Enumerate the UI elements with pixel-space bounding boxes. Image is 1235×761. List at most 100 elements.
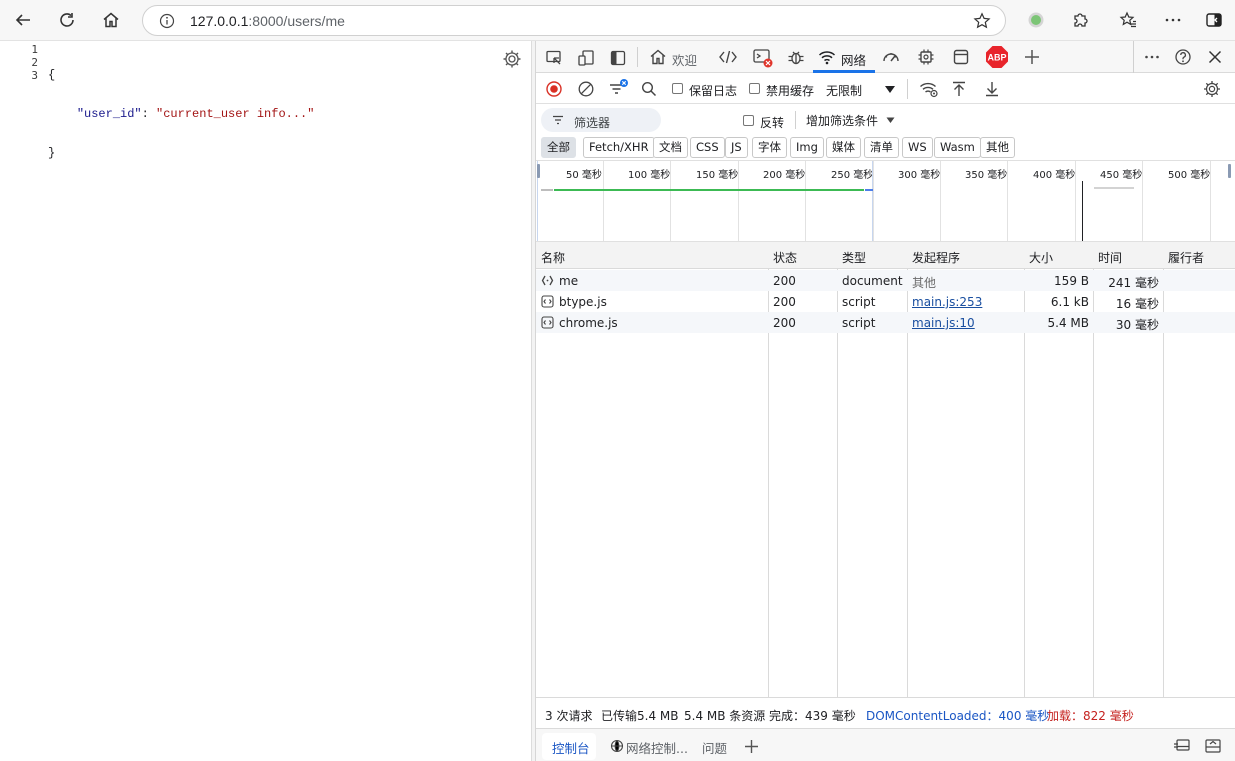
- filter-row: 筛选器 反转 增加筛选条件: [536, 104, 1235, 135]
- memory-chip-icon[interactable]: [916, 47, 936, 67]
- star-icon[interactable]: [973, 12, 991, 30]
- request-name[interactable]: me: [559, 274, 578, 288]
- type-filter-ws[interactable]: WS: [902, 137, 933, 158]
- type-filter-font[interactable]: 字体: [752, 137, 787, 158]
- tab-welcome[interactable]: 欢迎: [672, 50, 697, 69]
- timeline-overview[interactable]: 50 毫秒 100 毫秒 150 毫秒 200 毫秒 250 毫秒 300 毫秒…: [536, 161, 1235, 242]
- record-icon[interactable]: [545, 80, 563, 98]
- home-icon[interactable]: [648, 47, 668, 67]
- preserve-log-checkbox[interactable]: [672, 83, 683, 94]
- address-bar[interactable]: 127.0.0.1:8000/users/me: [142, 5, 1006, 36]
- timeline-marker-line: [1082, 181, 1083, 241]
- type-filter-img[interactable]: Img: [790, 137, 824, 158]
- extension-green-icon[interactable]: [1022, 6, 1050, 34]
- favorites-icon[interactable]: [1114, 6, 1142, 34]
- url-text[interactable]: 127.0.0.1:8000/users/me: [190, 13, 345, 29]
- type-filter-other[interactable]: 其他: [980, 137, 1015, 158]
- abp-icon[interactable]: ABP: [984, 45, 1010, 69]
- divider: [907, 79, 908, 99]
- throttle-select[interactable]: 无限制: [826, 82, 862, 99]
- help-icon[interactable]: [1173, 47, 1193, 67]
- drawer-tab-issues[interactable]: 问题: [702, 738, 727, 757]
- export-har-icon[interactable]: [982, 79, 1002, 99]
- column-header-status[interactable]: 状态: [773, 249, 797, 266]
- load-time: 加载：822 毫秒: [1047, 709, 1134, 723]
- tab-network[interactable]: 网络: [841, 50, 866, 69]
- more-icon[interactable]: [1159, 6, 1187, 34]
- application-icon[interactable]: [951, 47, 971, 67]
- request-type: document: [842, 274, 903, 288]
- drawer-tab-console[interactable]: 控制台: [552, 738, 590, 757]
- requests-table: 名称 状态 类型 发起程序 大小 时间 履行者 me 200 document …: [536, 242, 1235, 697]
- line-number: 2: [31, 56, 38, 69]
- column-header-size[interactable]: 大小: [1029, 249, 1053, 266]
- type-filter-wasm[interactable]: Wasm: [934, 137, 981, 158]
- table-header: 名称 状态 类型 发起程序 大小 时间 履行者: [536, 242, 1235, 269]
- type-filter-js[interactable]: JS: [725, 137, 748, 158]
- drawer-collapse-icon[interactable]: [1203, 737, 1223, 755]
- more-filters-dropdown[interactable]: 增加筛选条件: [806, 112, 878, 129]
- info-icon[interactable]: [159, 13, 175, 29]
- network-conditions-icon[interactable]: [918, 79, 940, 99]
- puzzle-icon[interactable]: [1066, 6, 1094, 34]
- column-header-type[interactable]: 类型: [842, 249, 866, 266]
- settings-gear-icon[interactable]: [1202, 79, 1222, 99]
- type-filter-doc[interactable]: 文档: [653, 137, 688, 158]
- resources-size: 5.4 MB 条资源: [684, 709, 766, 723]
- column-header-initiator[interactable]: 发起程序: [912, 249, 960, 266]
- document-icon: [541, 274, 554, 287]
- table-row[interactable]: btype.js 200 script main.js:253 6.1 kB 1…: [536, 291, 1235, 312]
- timeline-selection[interactable]: [537, 161, 873, 241]
- type-filter-media[interactable]: 媒体: [826, 137, 861, 158]
- chevron-down-icon[interactable]: [884, 83, 896, 95]
- search-icon[interactable]: [640, 80, 658, 98]
- request-initiator-link[interactable]: main.js:253: [912, 295, 982, 309]
- table-row[interactable]: me 200 document 其他 159 B 241 毫秒: [536, 270, 1235, 291]
- add-tab-icon[interactable]: [742, 737, 760, 755]
- invert-checkbox[interactable]: [743, 115, 754, 126]
- drawer-tab-network-conditions[interactable]: 网络控制...: [626, 738, 688, 757]
- back-icon[interactable]: [9, 6, 37, 34]
- inspect-element-icon[interactable]: [544, 48, 564, 68]
- timeline-left-handle[interactable]: [537, 164, 540, 178]
- chevron-down-icon[interactable]: [885, 116, 895, 124]
- filter-toggle-icon[interactable]: [608, 78, 630, 98]
- sidebar-icon[interactable]: [1200, 6, 1228, 34]
- console-errors-icon[interactable]: [752, 47, 774, 69]
- type-filter-all[interactable]: 全部: [541, 137, 576, 158]
- request-name[interactable]: btype.js: [559, 295, 607, 309]
- divider: [1133, 41, 1134, 73]
- table-row[interactable]: chrome.js 200 script main.js:10 5.4 MB 3…: [536, 312, 1235, 333]
- column-header-name[interactable]: 名称: [541, 249, 565, 266]
- elements-code-icon[interactable]: [717, 47, 739, 67]
- request-initiator-link[interactable]: main.js:10: [912, 316, 975, 330]
- type-filter-css[interactable]: CSS: [690, 137, 725, 158]
- timeline-right-handle[interactable]: [1228, 164, 1231, 178]
- request-name[interactable]: chrome.js: [559, 316, 618, 330]
- dock-side-icon[interactable]: [608, 48, 628, 68]
- timeline-tick-label: 350 毫秒: [965, 170, 1008, 181]
- request-time: 16 毫秒: [1115, 297, 1159, 311]
- device-emulation-icon[interactable]: [576, 48, 596, 68]
- type-filter-manifest[interactable]: 清单: [864, 137, 899, 158]
- type-filter-fetch-xhr[interactable]: Fetch/XHR: [583, 137, 655, 158]
- clear-icon[interactable]: [577, 80, 595, 98]
- wifi-icon[interactable]: [817, 47, 837, 67]
- drawer-dock-icon[interactable]: [1172, 737, 1192, 755]
- home-icon[interactable]: [97, 6, 125, 34]
- reload-icon[interactable]: [53, 6, 81, 34]
- close-icon[interactable]: [1205, 47, 1225, 67]
- dom-content-loaded-time: DOMContentLoaded：400 毫秒: [866, 709, 1050, 723]
- disable-cache-checkbox[interactable]: [749, 83, 760, 94]
- gear-icon[interactable]: [502, 49, 522, 69]
- more-icon[interactable]: [1142, 47, 1162, 67]
- add-tool-icon[interactable]: [1022, 47, 1042, 67]
- timeline-gray-bar: [541, 189, 553, 191]
- column-header-time[interactable]: 时间: [1098, 249, 1122, 266]
- filter-input[interactable]: 筛选器: [541, 108, 661, 132]
- bug-icon[interactable]: [786, 47, 806, 67]
- performance-gauge-icon[interactable]: [881, 47, 901, 67]
- column-header-fulfilled-by[interactable]: 履行者: [1168, 249, 1204, 266]
- url-path: :8000/users/me: [248, 13, 345, 29]
- import-har-icon[interactable]: [949, 79, 969, 99]
